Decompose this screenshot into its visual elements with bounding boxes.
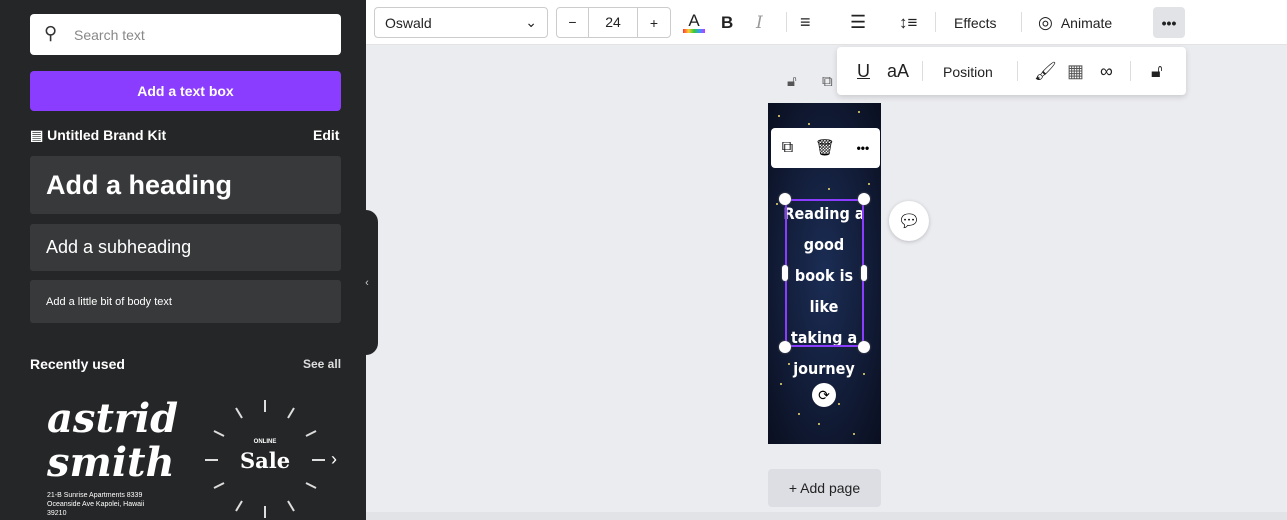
underline-button[interactable]: U — [857, 56, 870, 87]
effects-button[interactable]: Effects — [954, 7, 997, 38]
font-size-input[interactable]: 24 — [589, 8, 638, 37]
font-dropdown[interactable]: Oswald ⌄ — [374, 7, 548, 38]
add-page-button[interactable]: + Add page — [768, 469, 881, 507]
selection-box — [785, 199, 864, 347]
more-options-toolbar: U aA Position 🖌︎ ▦ ∞ 🔓︎ — [837, 47, 1186, 95]
template-title: Sale — [239, 448, 291, 473]
font-name: Oswald — [385, 14, 432, 31]
add-subheading-button[interactable]: Add a subheading — [30, 224, 341, 271]
add-heading-button[interactable]: Add a heading — [30, 156, 341, 214]
horizontal-scrollbar[interactable] — [366, 512, 1287, 520]
search-icon: ⚲ — [44, 23, 58, 43]
resize-handle[interactable] — [779, 193, 791, 205]
list-icon[interactable]: ☰ — [850, 7, 866, 38]
increase-font-size-button[interactable]: + — [638, 15, 670, 31]
template-address: 21-B Sunrise Apartments 8339 Oceanside A… — [47, 492, 145, 517]
font-size-stepper: − 24 + — [556, 7, 671, 38]
position-button[interactable]: Position — [943, 56, 993, 87]
rotate-handle-icon[interactable]: ⟳ — [812, 383, 836, 407]
add-text-box-button[interactable]: Add a text box — [30, 71, 341, 111]
animate-icon: ◎ — [1038, 12, 1053, 32]
see-all-link[interactable]: See all — [303, 357, 341, 371]
template-title: astrid — [47, 395, 179, 442]
search-placeholder: Search text — [74, 26, 145, 43]
trash-icon[interactable]: 🗑︎ — [815, 138, 835, 158]
more-icon[interactable]: ••• — [857, 141, 870, 155]
paint-roller-icon[interactable]: 🖌︎ — [1034, 56, 1057, 87]
duplicate-icon[interactable]: ⧉ — [782, 139, 793, 157]
resize-handle[interactable] — [779, 341, 791, 353]
chevron-left-icon: ‹ — [365, 276, 369, 289]
resize-handle[interactable] — [861, 265, 867, 281]
brand-kit-label: ▤ Untitled Brand Kit — [30, 127, 167, 143]
align-center-icon[interactable]: ≡ — [800, 7, 811, 38]
spacing-icon[interactable]: ↕≡ — [899, 7, 917, 38]
search-input[interactable]: ⚲ Search text — [30, 14, 341, 55]
italic-button[interactable]: I — [756, 7, 763, 38]
recently-used-heading: Recently used — [30, 356, 125, 372]
top-toolbar: Oswald ⌄ − 24 + A B I ≡ ☰ ↕≡ Effects ◎ Ani… — [366, 0, 1287, 45]
chevron-right-icon[interactable]: › — [331, 449, 337, 470]
edit-brand-kit-link[interactable]: Edit — [313, 127, 339, 143]
animate-button[interactable]: ◎ Animate — [1038, 7, 1112, 38]
resize-handle[interactable] — [782, 265, 788, 281]
brand-kit-icon: ▤ — [30, 127, 48, 143]
resize-handle[interactable] — [858, 193, 870, 205]
template-title: smith — [47, 439, 175, 486]
page-duplicate-icon[interactable]: ⧉ — [822, 73, 833, 90]
bold-button[interactable]: B — [721, 7, 733, 38]
collapse-panel-handle[interactable]: ‹ — [356, 210, 378, 355]
add-body-text-button[interactable]: Add a little bit of body text — [30, 280, 341, 323]
letter-case-button[interactable]: aA — [887, 56, 909, 87]
more-options-button[interactable]: ••• — [1153, 7, 1185, 38]
link-icon[interactable]: ∞ — [1100, 56, 1113, 87]
lock-icon[interactable]: 🔓︎ — [1151, 56, 1163, 87]
text-color-icon: A — [688, 10, 700, 30]
text-color-button[interactable]: A — [682, 7, 706, 38]
decrease-font-size-button[interactable]: − — [557, 8, 589, 37]
element-context-menu: ⧉ 🗑︎ ••• — [771, 128, 880, 168]
recent-template-astrid[interactable]: astrid smith 21-B Sunrise Apartments 833… — [30, 390, 180, 520]
chevron-down-icon: ⌄ — [525, 14, 537, 30]
resize-handle[interactable] — [858, 341, 870, 353]
add-comment-icon[interactable]: 💬︎ — [889, 201, 929, 241]
text-panel: ⚲ Search text Add a text box ▤ Untitled B… — [0, 0, 366, 520]
transparency-icon[interactable]: ▦ — [1067, 56, 1084, 87]
page-lock-icon[interactable]: 🔓︎ — [787, 73, 797, 90]
recent-template-sale[interactable]: ONLINE Sale — [200, 398, 330, 520]
template-subtitle: ONLINE — [253, 439, 277, 445]
